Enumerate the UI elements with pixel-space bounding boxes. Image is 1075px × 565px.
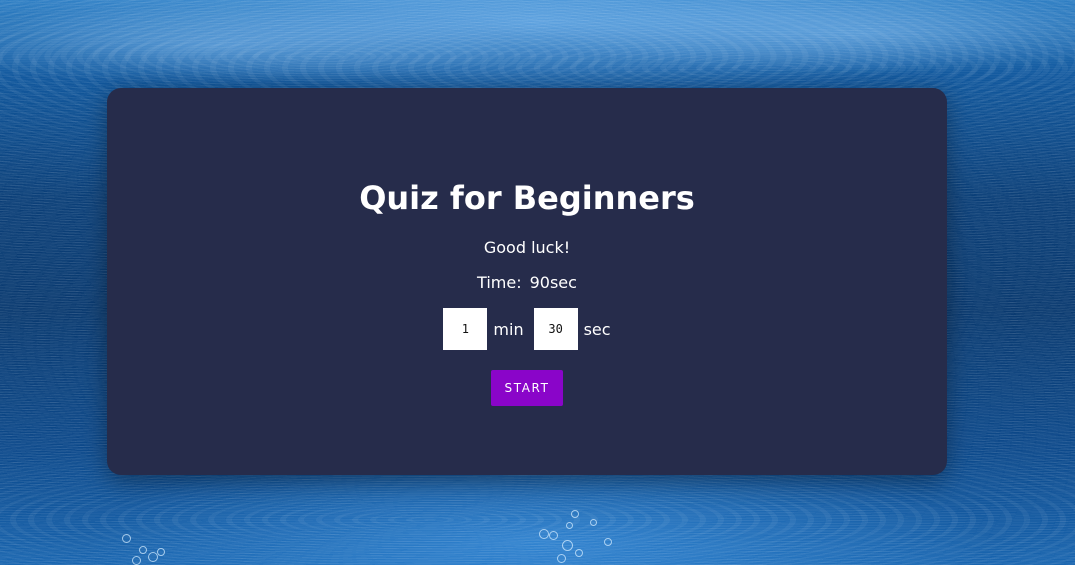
- bubble: [139, 546, 147, 554]
- bubble: [549, 531, 558, 540]
- bubble: [157, 548, 165, 556]
- bubble: [575, 549, 583, 557]
- minutes-unit-label: min: [493, 319, 524, 339]
- bubble: [604, 538, 612, 546]
- seconds-input[interactable]: [533, 308, 578, 350]
- bubble: [132, 556, 141, 565]
- minutes-input[interactable]: [443, 308, 488, 350]
- quiz-title: Quiz for Beginners: [359, 179, 695, 217]
- bubble: [557, 554, 566, 563]
- time-display: Time: 90sec: [107, 273, 947, 293]
- timer-inputs: min sec: [107, 308, 947, 350]
- start-button[interactable]: START: [491, 370, 563, 406]
- bubble: [122, 534, 131, 543]
- bubble: [562, 540, 573, 551]
- time-label: Time:: [477, 273, 522, 292]
- bubble: [571, 510, 579, 518]
- bubble: [566, 522, 573, 529]
- time-value: 90sec: [529, 273, 577, 292]
- quiz-card: Quiz for Beginners Good luck! Time: 90sec…: [107, 88, 947, 475]
- quiz-subtitle: Good luck!: [483, 238, 571, 257]
- seconds-unit-label: sec: [583, 319, 611, 339]
- bubble: [539, 529, 549, 539]
- bubble: [590, 519, 597, 526]
